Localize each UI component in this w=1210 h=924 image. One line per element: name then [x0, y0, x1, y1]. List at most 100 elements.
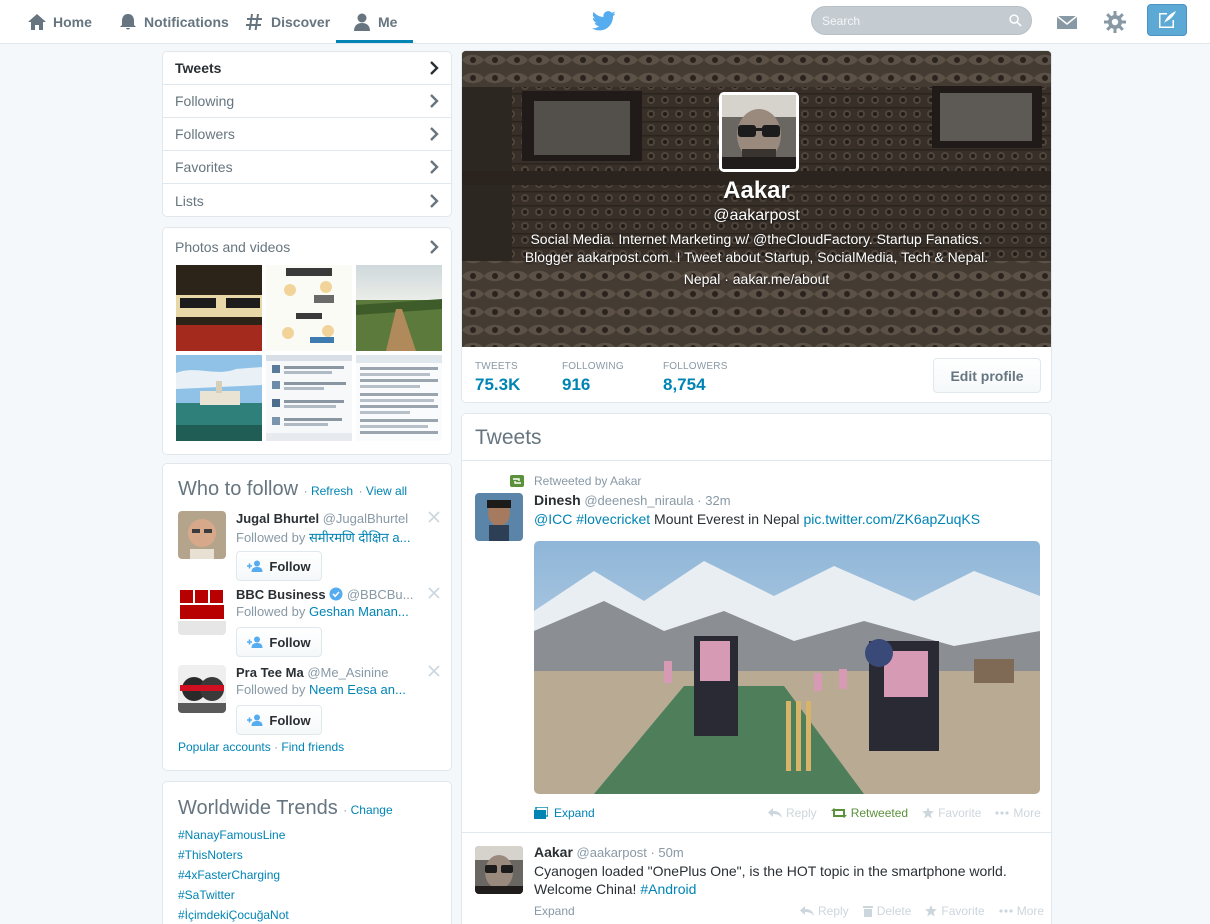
- photo-thumbnail[interactable]: [176, 265, 262, 351]
- dismiss-close-icon[interactable]: [428, 511, 440, 523]
- hashtag-link[interactable]: #lovecricket: [576, 511, 650, 527]
- photo-thumbnail[interactable]: [176, 355, 262, 441]
- profile-avatar[interactable]: [719, 92, 799, 172]
- follow-button[interactable]: Follow: [236, 705, 322, 735]
- profile-nav-lists[interactable]: Lists: [163, 184, 451, 217]
- photos-and-videos-card: Photos and videos: [162, 227, 452, 455]
- follow-label: Follow: [269, 558, 311, 574]
- divider: [462, 832, 1051, 833]
- favorite-action[interactable]: Favorite: [922, 806, 981, 820]
- nav-home[interactable]: Home: [27, 0, 92, 44]
- nav-me[interactable]: Me: [335, 0, 415, 44]
- trend-item[interactable]: #SaTwitter: [178, 888, 235, 902]
- nav-discover[interactable]: Discover: [245, 0, 330, 44]
- search-input[interactable]: [822, 7, 1002, 34]
- tweet-media-image[interactable]: [534, 541, 1040, 794]
- tweet-author-handle[interactable]: @aakarpost: [577, 845, 647, 860]
- profile-nav-favorites[interactable]: Favorites: [163, 151, 451, 184]
- avatar[interactable]: [178, 665, 226, 713]
- follow-button[interactable]: Follow: [236, 551, 322, 581]
- trend-item[interactable]: #İçimdekiÇocuğaNot: [178, 908, 289, 922]
- tweet-timestamp[interactable]: 32m: [705, 493, 730, 508]
- search-box[interactable]: [811, 6, 1032, 35]
- profile-url-link[interactable]: aakar.me/about: [733, 271, 830, 287]
- reply-action[interactable]: Reply: [800, 904, 849, 918]
- hashtag-link[interactable]: #Android: [640, 881, 696, 897]
- followed-by-prefix: Followed by: [236, 530, 309, 545]
- favorite-action[interactable]: Favorite: [925, 904, 985, 918]
- messages-envelope-icon[interactable]: [1055, 10, 1079, 34]
- expand-tweet-link[interactable]: Expand: [534, 806, 595, 820]
- photos-header[interactable]: Photos and videos: [163, 228, 451, 265]
- expand-label: Expand: [534, 904, 575, 918]
- suggestion-handle[interactable]: @BBCBu...: [347, 587, 414, 602]
- follow-button[interactable]: Follow: [236, 627, 322, 657]
- suggestion-handle[interactable]: @JugalBhurtel: [323, 511, 408, 526]
- profile-nav-tweets[interactable]: Tweets: [163, 52, 451, 85]
- profile-nav-followers[interactable]: Followers: [163, 118, 451, 151]
- reply-label: Reply: [786, 806, 817, 820]
- trend-item[interactable]: #4xFasterCharging: [178, 868, 280, 882]
- mention-link[interactable]: @ICC: [534, 511, 572, 527]
- refresh-link[interactable]: Refresh: [311, 484, 353, 498]
- nav-notifications-label: Notifications: [144, 14, 229, 30]
- stat-following[interactable]: FOLLOWING 916: [562, 361, 624, 395]
- nav-notifications[interactable]: Notifications: [118, 0, 229, 44]
- suggestion-name[interactable]: Jugal Bhurtel: [236, 511, 319, 526]
- suggestion-item: Pra Tee Ma @Me_Asinine Followed by Neem …: [178, 665, 440, 735]
- trend-item[interactable]: #NanayFamousLine: [178, 828, 285, 842]
- edit-profile-button[interactable]: Edit profile: [933, 358, 1041, 393]
- dismiss-close-icon[interactable]: [428, 587, 440, 599]
- dismiss-close-icon[interactable]: [428, 665, 440, 677]
- tweet-author-name[interactable]: Aakar: [534, 844, 573, 860]
- suggestion-name-line: Pra Tee Ma @Me_Asinine: [236, 665, 388, 680]
- reply-action[interactable]: Reply: [768, 806, 817, 820]
- followed-by-names[interactable]: Neem Eesa an...: [309, 682, 406, 697]
- find-friends-link[interactable]: Find friends: [281, 740, 344, 754]
- suggestion-name[interactable]: Pra Tee Ma: [236, 665, 304, 680]
- profile-handle[interactable]: @aakarpost: [462, 207, 1051, 225]
- suggestion-handle[interactable]: @Me_Asinine: [307, 665, 388, 680]
- tweet-avatar[interactable]: [475, 493, 523, 541]
- followed-by-prefix: Followed by: [236, 682, 309, 697]
- search-icon[interactable]: [1009, 14, 1022, 27]
- retweeted-action[interactable]: Retweeted: [830, 806, 908, 820]
- stat-followers[interactable]: FOLLOWERS 8,754: [663, 361, 728, 395]
- compose-tweet-button[interactable]: [1147, 4, 1187, 36]
- chevron-right-icon: [430, 127, 439, 141]
- tweet-timestamp[interactable]: 50m: [658, 845, 683, 860]
- photo-thumbnail[interactable]: [266, 265, 352, 351]
- tweet-author-handle[interactable]: @deenesh_niraula: [584, 493, 693, 508]
- followed-by-prefix: Followed by: [236, 604, 309, 619]
- profile-nav-following[interactable]: Following: [163, 85, 451, 118]
- more-action[interactable]: More: [999, 904, 1044, 918]
- tweet-body-text: Welcome China!: [534, 881, 641, 897]
- media-link[interactable]: pic.twitter.com/ZK6apZuqKS: [803, 511, 980, 527]
- stat-tweets[interactable]: TWEETS 75.3K: [475, 361, 520, 395]
- followed-by-names[interactable]: समीरमणि दीक्षित a...: [309, 530, 410, 545]
- twitter-bird-icon[interactable]: [592, 10, 616, 32]
- followed-by-names[interactable]: Geshan Manan...: [309, 604, 409, 619]
- profile-nav-label: Tweets: [175, 60, 222, 76]
- profile-header-card: Aakar @aakarpost Social Media. Internet …: [461, 50, 1052, 403]
- profile-name[interactable]: Aakar: [462, 177, 1051, 205]
- settings-gear-icon[interactable]: [1103, 10, 1127, 34]
- tweet-header: Aakar @aakarpost · 50m: [534, 844, 684, 860]
- change-trends-link[interactable]: Change: [351, 803, 393, 817]
- tweet-author-name[interactable]: Dinesh: [534, 492, 581, 508]
- tweet-body-line-2: Welcome China! #Android: [534, 880, 1040, 898]
- retweet-context-text[interactable]: Retweeted by Aakar: [534, 474, 641, 488]
- popular-accounts-link[interactable]: Popular accounts: [178, 740, 271, 754]
- photo-thumbnail[interactable]: [356, 355, 442, 441]
- trend-item[interactable]: #ThisNoters: [178, 848, 243, 862]
- photo-thumbnail[interactable]: [266, 355, 352, 441]
- delete-action[interactable]: Delete: [862, 904, 911, 918]
- more-action[interactable]: More: [995, 806, 1041, 820]
- tweet-avatar[interactable]: [475, 846, 523, 894]
- avatar[interactable]: [178, 511, 226, 559]
- photo-thumbnail[interactable]: [356, 265, 442, 351]
- view-all-link[interactable]: View all: [366, 484, 407, 498]
- expand-tweet-link[interactable]: Expand: [534, 904, 575, 918]
- suggestion-name[interactable]: BBC Business: [236, 587, 326, 602]
- avatar[interactable]: [178, 587, 226, 635]
